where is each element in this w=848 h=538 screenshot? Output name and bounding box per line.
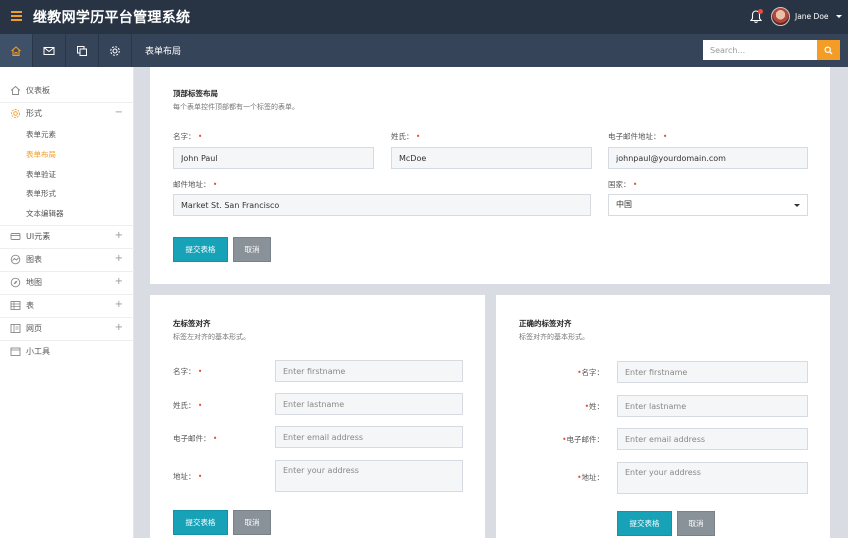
- right-aligned-form-card: 正确的标签对齐 标签对齐的基本形式。 •名字： •姓： •电子邮件： •地址： …: [496, 295, 830, 538]
- chart-icon: [10, 254, 21, 265]
- left-aligned-form-card: 左标签对齐 标签左对齐的基本形式。 名字： • 姓氏： • 电子邮件： • 地址…: [150, 295, 485, 538]
- last-name-field[interactable]: [391, 147, 592, 169]
- country-value: 中国: [616, 200, 632, 209]
- sidebar-item-widgets[interactable]: 小工具: [0, 340, 134, 363]
- email-label: 电子邮件地址： •: [608, 132, 668, 141]
- country-label: 国家： •: [608, 180, 638, 189]
- mail-icon[interactable]: [33, 34, 66, 67]
- home-icon[interactable]: [0, 34, 33, 67]
- sidebar-item-dashboard[interactable]: 仪表板: [0, 79, 134, 102]
- card-subtitle: 标签对齐的基本形式。: [519, 333, 589, 341]
- address-label: 地址： •: [173, 472, 203, 481]
- sidebar-item-maps[interactable]: 地图 +: [0, 271, 134, 294]
- name-label: 名字： •: [173, 132, 203, 141]
- expand-icon[interactable]: +: [115, 299, 123, 310]
- sidebar-item-charts[interactable]: 图表 +: [0, 248, 134, 271]
- card-title: 左标签对齐: [173, 319, 211, 328]
- sidebar-item-pages[interactable]: 网页 +: [0, 317, 134, 340]
- sidebar: 仪表板 形式 − 表单元素 表单布局 表单验证 表单形式 文本编辑器 UI元素 …: [0, 67, 134, 538]
- surname-label: 姓氏： •: [173, 401, 203, 410]
- username[interactable]: Jane Doe: [795, 12, 829, 21]
- name-label: 名字： •: [173, 367, 203, 376]
- top-header: 继教网学历平台管理系统 Jane Doe: [0, 0, 848, 34]
- sidebar-subitem-form-wizard[interactable]: 表单形式: [26, 188, 56, 199]
- gear-icon: [11, 109, 20, 118]
- surname-label: 姓氏： •: [391, 132, 421, 141]
- card-subtitle: 标签左对齐的基本形式。: [173, 333, 250, 341]
- email-label: •电子邮件：: [562, 435, 604, 444]
- address-label: •地址：: [577, 473, 604, 482]
- surname-label: •姓：: [584, 402, 604, 411]
- collapse-icon[interactable]: −: [115, 107, 123, 118]
- last-name-field[interactable]: [617, 395, 808, 417]
- notification-dot: [758, 9, 763, 14]
- sidebar-item-forms[interactable]: 形式 −: [0, 102, 134, 125]
- window-icon: [10, 347, 21, 356]
- sidebar-item-label: 图表: [26, 255, 42, 264]
- avatar[interactable]: [771, 7, 790, 26]
- gear-icon[interactable]: [99, 34, 132, 67]
- card-title: 正确的标签对齐: [519, 319, 572, 328]
- chevron-down-icon: [794, 204, 800, 207]
- compass-icon: [10, 277, 21, 288]
- first-name-field[interactable]: [173, 147, 374, 169]
- first-name-field[interactable]: [275, 360, 463, 382]
- search-button[interactable]: [817, 40, 840, 60]
- cancel-button[interactable]: 取消: [677, 511, 715, 536]
- bell-icon[interactable]: [749, 9, 763, 24]
- expand-icon[interactable]: +: [115, 276, 123, 287]
- sidebar-item-label: 小工具: [26, 347, 50, 356]
- expand-icon[interactable]: +: [115, 230, 123, 241]
- submit-button[interactable]: 提交表格: [173, 510, 228, 535]
- last-name-field[interactable]: [275, 393, 463, 415]
- sidebar-item-label: 仪表板: [26, 86, 50, 95]
- sidebar-item-label: 形式: [26, 109, 42, 118]
- app-title: 继教网学历平台管理系统: [33, 10, 191, 26]
- top-label-form-card: 顶部标签布局 每个表单控件顶部都有一个标签的表单。 名字： • 姓氏： • 电子…: [150, 67, 830, 284]
- sidebar-subitem-form-validation[interactable]: 表单验证: [26, 169, 56, 180]
- card-title: 顶部标签布局: [173, 89, 218, 98]
- menu-icon[interactable]: [11, 11, 22, 21]
- sidebar-subitem-text-editor[interactable]: 文本编辑器: [26, 208, 64, 219]
- search-icon: [824, 46, 833, 54]
- email-field[interactable]: [275, 426, 463, 448]
- sidebar-subitem-form-layout[interactable]: 表单布局: [26, 149, 56, 160]
- address-textarea[interactable]: [275, 460, 463, 492]
- address-field[interactable]: [173, 194, 591, 216]
- sidebar-item-label: 表: [26, 301, 34, 310]
- breadcrumb: 表单布局: [145, 47, 182, 57]
- sidebar-item-tables[interactable]: 表 +: [0, 294, 134, 317]
- sidebar-item-label: 网页: [26, 324, 42, 333]
- submit-button[interactable]: 提交表格: [173, 237, 228, 262]
- search-input[interactable]: [703, 40, 817, 60]
- sidebar-item-ui-elements[interactable]: UI元素 +: [0, 225, 134, 248]
- email-label: 电子邮件： •: [173, 434, 218, 443]
- sidebar-subitem-form-elements[interactable]: 表单元素: [26, 129, 56, 140]
- cancel-button[interactable]: 取消: [233, 510, 271, 535]
- card-icon: [10, 233, 21, 240]
- card-subtitle: 每个表单控件顶部都有一个标签的表单。: [173, 103, 299, 111]
- first-name-field[interactable]: [617, 361, 808, 383]
- sidebar-item-label: 地图: [26, 278, 42, 287]
- address-textarea[interactable]: [617, 462, 808, 494]
- copy-icon[interactable]: [66, 34, 99, 67]
- cancel-button[interactable]: 取消: [233, 237, 271, 262]
- chevron-down-icon[interactable]: [836, 15, 842, 18]
- pages-icon: [10, 324, 21, 333]
- expand-icon[interactable]: +: [115, 253, 123, 264]
- email-field[interactable]: [617, 428, 808, 450]
- email-field[interactable]: [608, 147, 808, 169]
- expand-icon[interactable]: +: [115, 322, 123, 333]
- sidebar-item-label: UI元素: [26, 232, 51, 241]
- name-label: •名字：: [577, 368, 604, 377]
- table-icon: [10, 301, 21, 310]
- address-label: 邮件地址： •: [173, 180, 218, 189]
- country-select[interactable]: 中国: [608, 194, 808, 216]
- home-icon: [10, 85, 21, 95]
- submit-button[interactable]: 提交表格: [617, 511, 672, 536]
